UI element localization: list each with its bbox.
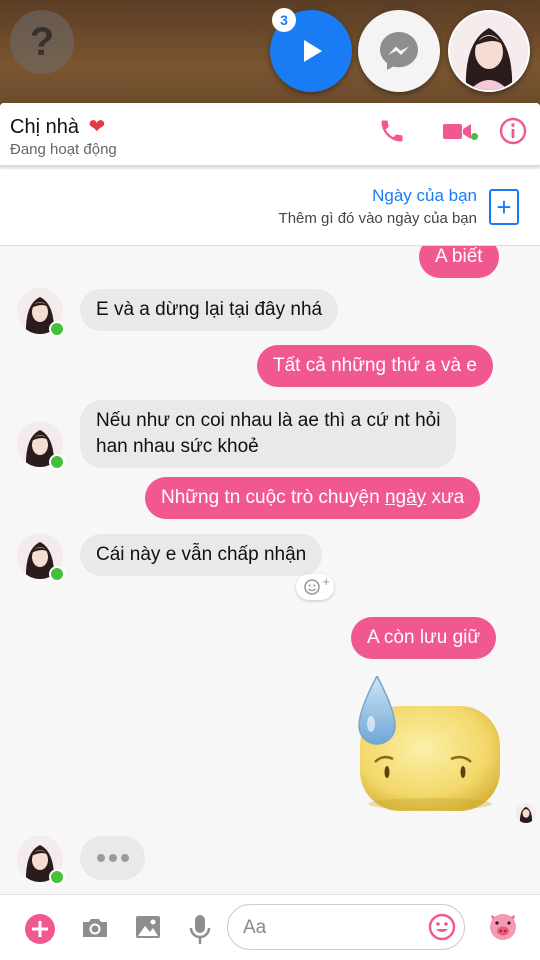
typing-indicator bbox=[80, 836, 145, 880]
unread-count-badge: 3 bbox=[272, 8, 296, 32]
message-input-placeholder: Aa bbox=[243, 917, 267, 938]
add-to-day-button[interactable]: + bbox=[489, 189, 519, 225]
image-icon[interactable] bbox=[134, 913, 162, 941]
your-day-subtitle: Thêm gì đó vào ngày của bạn bbox=[278, 210, 477, 227]
message-incoming-multiline[interactable]: Nếu như cn coi nhau là ae thì a cứ nt hỏ… bbox=[80, 400, 457, 468]
message-incoming[interactable]: E và a dừng lại tại đây nhá bbox=[80, 289, 339, 331]
plus-icon[interactable] bbox=[24, 913, 56, 945]
pig-sticker-icon[interactable] bbox=[486, 909, 520, 943]
chathead-contact-avatar[interactable] bbox=[448, 10, 530, 92]
info-icon[interactable] bbox=[499, 117, 527, 145]
message-link-word[interactable]: ngày bbox=[385, 487, 426, 508]
contact-name-text: Chị nhà bbox=[10, 116, 79, 138]
camera-icon[interactable] bbox=[80, 913, 110, 943]
contact-name[interactable]: Chị nhà ❤ bbox=[10, 114, 105, 139]
message-text: xưa bbox=[426, 487, 465, 508]
play-icon bbox=[304, 40, 322, 62]
message-outgoing[interactable]: Tất cả những thứ a và e bbox=[257, 345, 493, 387]
message-line: han nhau sức khoẻ bbox=[96, 436, 259, 457]
conversation-header: Chị nhà ❤ Đang hoạt động bbox=[0, 103, 540, 166]
message-outgoing[interactable]: A còn lưu giữ bbox=[351, 617, 497, 659]
typing-dot bbox=[108, 854, 117, 862]
seen-avatar bbox=[516, 803, 536, 823]
online-indicator bbox=[49, 566, 65, 582]
online-indicator bbox=[49, 454, 65, 470]
question-mark-icon: ? bbox=[29, 19, 55, 64]
messenger-icon bbox=[380, 32, 418, 70]
active-status: Đang hoạt động bbox=[10, 141, 117, 158]
message-composer: Aa bbox=[0, 894, 540, 960]
message-line: Nếu như cn coi nhau là ae thì a cứ nt hỏ… bbox=[96, 410, 441, 431]
online-indicator bbox=[49, 321, 65, 337]
help-bubble[interactable]: ? bbox=[10, 10, 74, 74]
phone-icon[interactable] bbox=[378, 117, 406, 145]
message-text: Những tn cuộc trò chuyện bbox=[161, 487, 385, 508]
your-day-banner[interactable]: Ngày của bạn Thêm gì đó vào ngày của bạn… bbox=[0, 169, 540, 246]
message-outgoing[interactable]: Những tn cuộc trò chuyện ngày xưa bbox=[145, 477, 481, 519]
add-reaction-button[interactable]: + bbox=[296, 574, 334, 600]
video-camera-icon[interactable] bbox=[441, 117, 473, 145]
typing-dot bbox=[96, 854, 105, 862]
chat-panel: Chị nhà ❤ Đang hoạt động Ngày của bạn Th… bbox=[0, 103, 540, 960]
your-day-title[interactable]: Ngày của bạn bbox=[372, 186, 477, 206]
message-input[interactable]: Aa bbox=[227, 904, 465, 950]
typing-dot bbox=[120, 854, 129, 862]
seen-avatar-image bbox=[516, 803, 536, 823]
contact-avatar bbox=[450, 12, 528, 90]
microphone-icon[interactable] bbox=[189, 913, 211, 945]
heart-icon: ❤ bbox=[88, 116, 106, 138]
chathead-messenger[interactable] bbox=[358, 10, 440, 92]
message-incoming[interactable]: Cái này e vẫn chấp nhận bbox=[80, 534, 323, 576]
cold-sweat-sticker[interactable] bbox=[355, 676, 503, 816]
video-online-dot bbox=[471, 133, 478, 140]
online-indicator bbox=[49, 869, 65, 885]
emoji-icon[interactable] bbox=[428, 913, 456, 941]
reaction-plus: + bbox=[322, 574, 330, 589]
